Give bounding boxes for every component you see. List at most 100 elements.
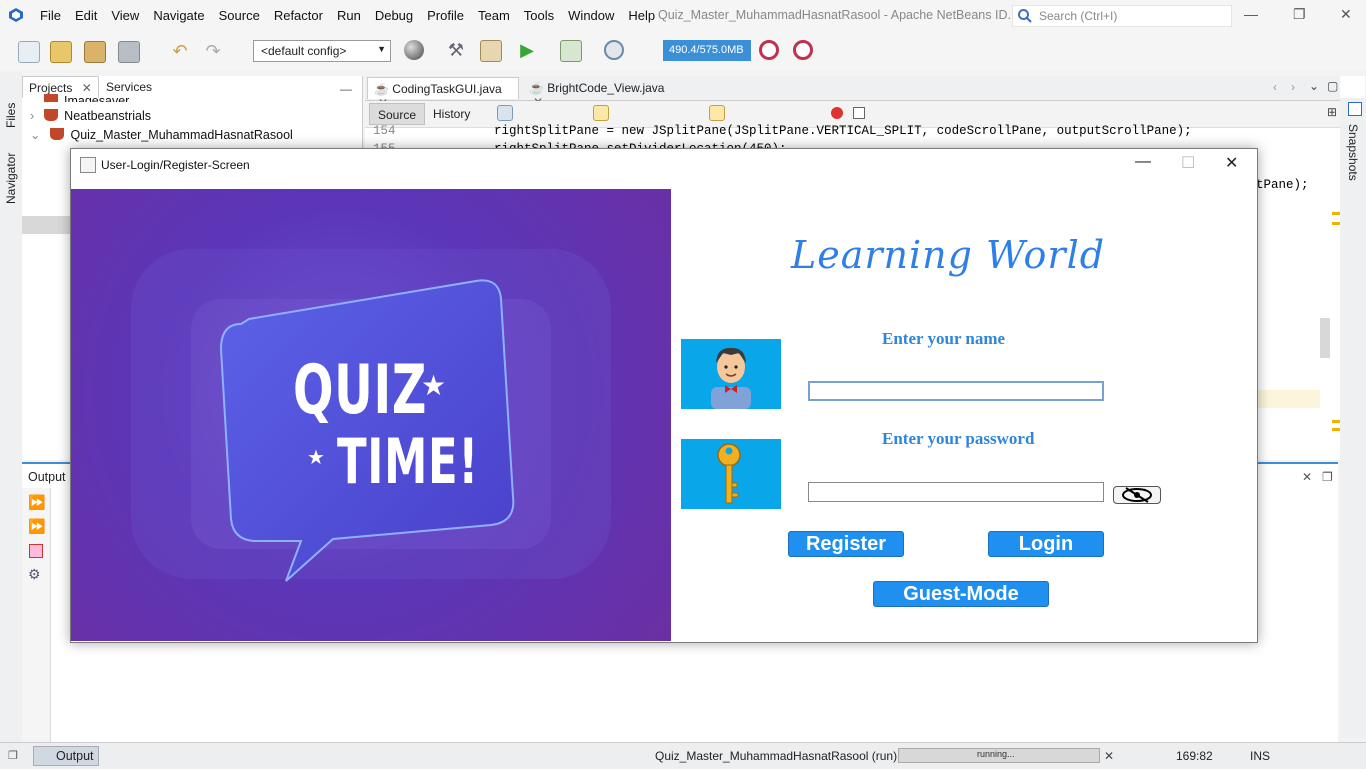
gc-snapshot-icon[interactable] <box>793 40 813 60</box>
chevron-right-icon[interactable]: › <box>30 109 34 123</box>
stop-macro-icon[interactable] <box>853 107 865 119</box>
error-stripe-mark[interactable] <box>1332 428 1340 431</box>
new-file-icon[interactable] <box>18 41 40 63</box>
menu-tools[interactable]: Tools <box>524 8 554 23</box>
guest-mode-button[interactable]: Guest-Mode <box>873 581 1049 607</box>
rerun-with-params-icon[interactable]: ⏩ <box>28 518 45 535</box>
clean-build-icon[interactable] <box>480 40 502 62</box>
tree-item[interactable]: › Neatbeanstrials <box>30 109 151 123</box>
snapshots-tab[interactable]: Snapshots <box>1346 124 1360 181</box>
settings-icon[interactable]: ⚙ <box>28 566 41 583</box>
source-tab[interactable]: Source <box>369 103 426 125</box>
menu-file[interactable]: File <box>40 8 61 23</box>
minimize-panel-icon[interactable]: — <box>340 82 352 96</box>
menu-source[interactable]: Source <box>219 8 260 23</box>
gc-icon[interactable] <box>759 40 779 60</box>
chevron-down-icon: ▼ <box>377 44 386 54</box>
bookmark-icon[interactable] <box>709 105 725 121</box>
chevron-down-icon[interactable]: ⌄ <box>30 128 40 142</box>
profile-icon[interactable] <box>604 40 624 60</box>
navigator-tab[interactable]: Navigator <box>4 153 18 204</box>
build-hammer-icon[interactable]: ⚒ <box>446 40 466 60</box>
dialog-minimize-icon[interactable]: — <box>1135 153 1151 171</box>
code-line[interactable]: tPane); <box>1256 178 1309 192</box>
close-output-icon[interactable]: ✕ <box>1302 470 1312 484</box>
tab-label: CodingTaskGUI.java <box>392 82 502 96</box>
error-stripe-mark[interactable] <box>1332 212 1340 215</box>
login-dialog: User-Login/Register-Screen — ☐ ✕ QUIZ ★ … <box>70 148 1258 643</box>
close-icon[interactable]: ✕ <box>1340 6 1352 23</box>
menu-team[interactable]: Team <box>478 8 510 23</box>
stop-icon[interactable] <box>29 544 43 558</box>
progress-bar: running... <box>898 748 1100 763</box>
menu-debug[interactable]: Debug <box>375 8 413 23</box>
progress-text: running... <box>977 749 1015 759</box>
tabs-dropdown-icon[interactable]: ⌄ <box>1309 79 1319 93</box>
snapshots-icon[interactable] <box>1348 102 1362 116</box>
menu-edit[interactable]: Edit <box>75 8 97 23</box>
close-tab-icon[interactable]: ✕ <box>82 81 92 95</box>
restore-window-icon[interactable]: ❐ <box>8 749 18 762</box>
redo-icon[interactable]: ↷ <box>203 41 223 61</box>
menu-run[interactable]: Run <box>337 8 361 23</box>
menu-bar: File Edit View Navigate Source Refactor … <box>0 0 1366 32</box>
restore-output-icon[interactable]: ❐ <box>1322 470 1333 484</box>
login-button[interactable]: Login <box>988 531 1104 557</box>
editor-scrollbar-thumb[interactable] <box>1320 318 1330 358</box>
open-project-icon[interactable] <box>84 41 106 63</box>
back-icon[interactable] <box>497 105 513 121</box>
config-select[interactable]: <default config> ▼ <box>253 40 391 62</box>
maximize-editor-icon[interactable]: ▢ <box>1327 79 1338 93</box>
record-macro-icon[interactable] <box>831 107 843 119</box>
error-stripe-mark[interactable] <box>1332 420 1340 423</box>
status-bar: ❐ Output Quiz_Master_MuhammadHasnatRasoo… <box>0 742 1366 769</box>
tree-item[interactable]: ⌄ Quiz_Master_MuhammadHasnatRasool <box>30 127 293 142</box>
register-button[interactable]: Register <box>788 531 904 557</box>
scroll-tabs-left-icon[interactable]: ‹ <box>1273 80 1277 94</box>
name-input[interactable] <box>808 381 1104 401</box>
menu-refactor[interactable]: Refactor <box>274 8 323 23</box>
caret-position: 169:82 <box>1176 749 1213 763</box>
run-icon[interactable]: ▶ <box>517 40 537 60</box>
rerun-icon[interactable]: ⏩ <box>28 494 45 511</box>
output-panel-title: Output <box>28 470 66 484</box>
save-all-icon[interactable] <box>118 41 140 63</box>
find-icon[interactable] <box>593 105 609 121</box>
menu-window[interactable]: Window <box>568 8 614 23</box>
minimize-icon[interactable]: — <box>1244 6 1258 22</box>
search-input[interactable]: Search (Ctrl+I) <box>1012 5 1232 27</box>
dialog-maximize-icon[interactable]: ☐ <box>1181 153 1195 173</box>
globe-icon[interactable] <box>404 40 424 60</box>
password-input[interactable] <box>808 482 1104 502</box>
java-app-icon <box>80 157 96 173</box>
dialog-close-icon[interactable]: ✕ <box>1225 153 1238 173</box>
scroll-tabs-right-icon[interactable]: › <box>1291 80 1295 94</box>
restore-icon[interactable]: ❐ <box>1293 6 1306 23</box>
output-bottom-tab[interactable]: Output <box>33 746 99 766</box>
menu-profile[interactable]: Profile <box>427 8 464 23</box>
menu-navigate[interactable]: Navigate <box>153 8 204 23</box>
quiz-text: QUIZ <box>293 351 428 430</box>
menu-help[interactable]: Help <box>628 8 655 23</box>
line-number: 154 <box>373 124 396 138</box>
menu-view[interactable]: View <box>111 8 139 23</box>
split-editor-icon[interactable]: ⊞ <box>1327 105 1337 119</box>
files-tab[interactable]: Files <box>4 103 18 128</box>
project-icon <box>44 109 59 121</box>
cancel-task-icon[interactable]: ✕ <box>1104 749 1114 763</box>
tab-brightcode-view[interactable]: ☕ BrightCode_View.java ✕ <box>523 77 681 109</box>
history-tab[interactable]: History <box>427 103 476 125</box>
memory-indicator[interactable]: 490.4/575.0MB <box>663 40 751 61</box>
toggle-password-visibility[interactable] <box>1113 486 1161 504</box>
netbeans-logo-icon <box>8 7 24 23</box>
tab-codingtaskgui[interactable]: ☕ CodingTaskGUI.java ✕ <box>367 77 519 110</box>
dialog-title-bar[interactable]: User-Login/Register-Screen — ☐ ✕ <box>71 149 1257 179</box>
tree-item[interactable]: Imagesaver <box>44 94 129 102</box>
new-project-icon[interactable] <box>50 41 72 63</box>
undo-icon[interactable]: ↶ <box>170 41 190 61</box>
tab-projects-label: Projects <box>29 81 73 95</box>
code-line[interactable]: rightSplitPane = new JSplitPane(JSplitPa… <box>494 124 1192 138</box>
tree-item-label: Neatbeanstrials <box>64 109 152 123</box>
error-stripe-mark[interactable] <box>1332 222 1340 225</box>
debug-icon[interactable] <box>560 40 582 62</box>
